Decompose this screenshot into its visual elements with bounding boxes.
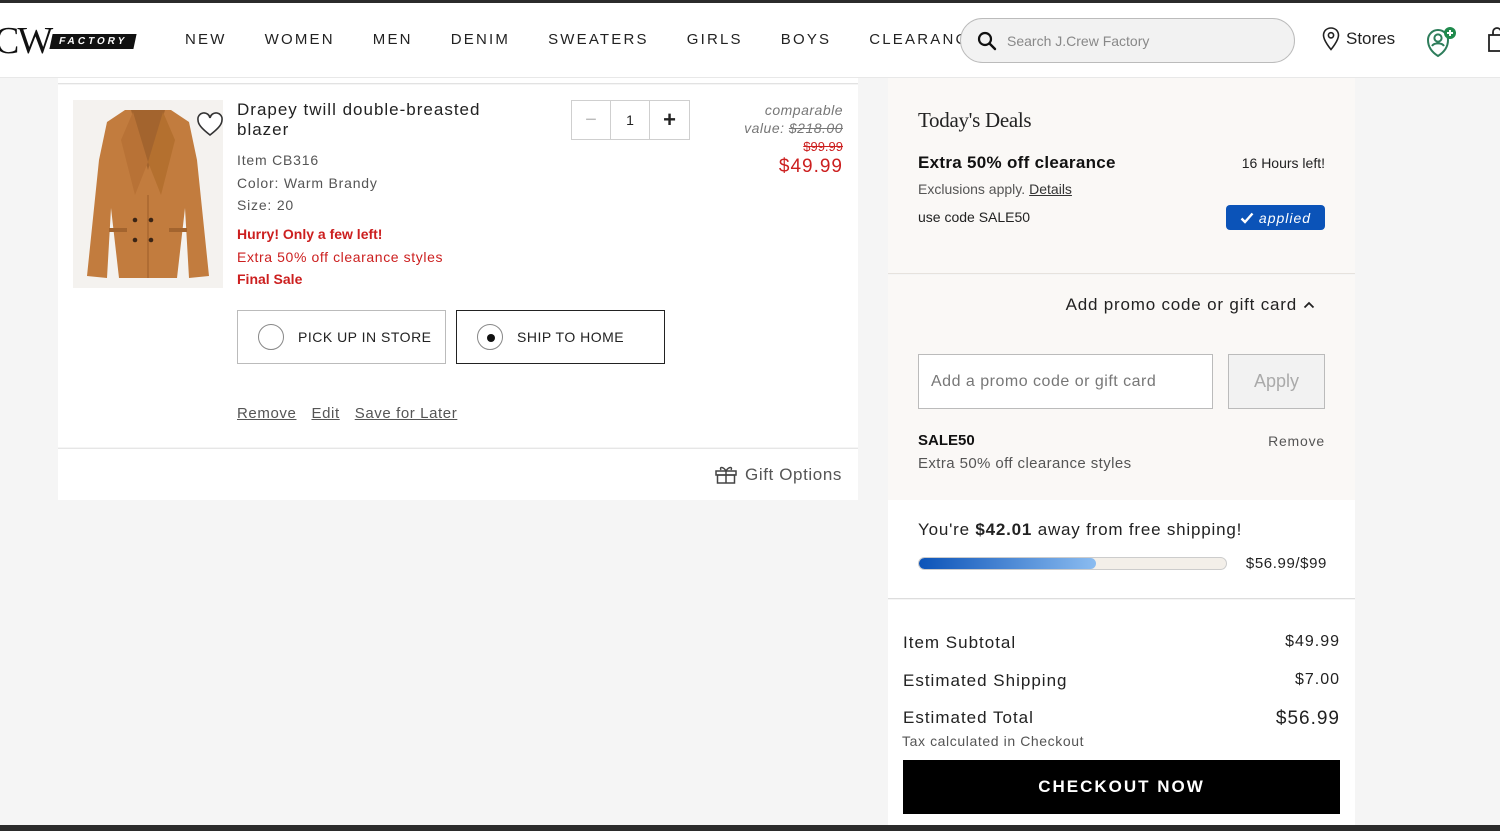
- quantity-stepper: − 1 +: [571, 100, 690, 140]
- deal-exclusions: Exclusions apply. Details: [918, 181, 1072, 197]
- ship-msg-pre: You're: [918, 520, 970, 539]
- subtotal-value: $49.99: [1285, 633, 1340, 650]
- ship-msg-post: away from free shipping!: [1037, 520, 1243, 539]
- exclusions-text: Exclusions apply.: [918, 181, 1026, 197]
- applied-badge: applied: [1226, 205, 1325, 230]
- quantity-value: 1: [611, 101, 651, 139]
- gift-options-strip: Gift Options: [58, 448, 858, 500]
- promo-code-input[interactable]: [918, 354, 1213, 409]
- location-pin-icon: [1322, 27, 1340, 51]
- comparable-value-label: value:: [744, 120, 785, 136]
- applied-label: applied: [1258, 209, 1312, 226]
- comparable-label: comparable: [764, 102, 843, 118]
- nav-new[interactable]: NEW: [185, 31, 227, 48]
- checkout-button[interactable]: CHECKOUT NOW: [903, 760, 1340, 814]
- search-icon[interactable]: [977, 31, 997, 51]
- gift-icon: [715, 466, 737, 484]
- cart-top-strip: [58, 78, 858, 84]
- deals-title: Today's Deals: [918, 108, 1032, 132]
- comparable-value: $218.00: [788, 120, 843, 136]
- wishlist-heart-icon[interactable]: [196, 112, 224, 138]
- pickup-radio[interactable]: [258, 324, 284, 350]
- checkmark-icon: [1240, 212, 1254, 224]
- product-title[interactable]: Drapey twill double-breasted blazer: [237, 100, 537, 140]
- applied-code-name: SALE50: [918, 432, 975, 449]
- tax-note: Tax calculated in Checkout: [902, 733, 1085, 749]
- main-nav: NEW WOMEN MEN DENIM SWEATERS GIRLS BOYS …: [185, 31, 1019, 48]
- shipping-value: $7.00: [1294, 671, 1340, 688]
- free-shipping-message: You're $42.01 away from free shipping!: [918, 520, 1242, 540]
- promo-code-panel: Add promo code or gift card Apply SALE50…: [888, 275, 1355, 500]
- bottom-border: [0, 825, 1500, 831]
- order-summary: Item Subtotal $49.99 Estimated Shipping …: [888, 600, 1355, 825]
- product-size: Size: 20: [237, 197, 294, 213]
- progress-fill: [919, 558, 1096, 569]
- remove-code-link[interactable]: Remove: [1268, 433, 1325, 449]
- deal-time-left: 16 Hours left!: [1241, 155, 1325, 171]
- promo-toggle[interactable]: Add promo code or gift card: [1066, 295, 1315, 315]
- todays-deals-panel: Today's Deals Extra 50% off clearance 16…: [888, 78, 1355, 274]
- shipping-row: Estimated Shipping $7.00: [903, 671, 1340, 691]
- search-input[interactable]: [1007, 28, 1277, 54]
- final-sale-label: Final Sale: [237, 271, 303, 287]
- original-price: $99.99: [803, 139, 843, 154]
- ship-msg-amount: $42.01: [975, 520, 1033, 539]
- shopping-bag-icon[interactable]: [1487, 27, 1500, 53]
- comparable-value-line: value: $218.00: [744, 119, 843, 137]
- gift-options-button[interactable]: Gift Options: [715, 465, 842, 485]
- increase-quantity-button[interactable]: +: [650, 101, 689, 139]
- progress-fraction: $56.99/$99: [1245, 555, 1327, 572]
- details-link[interactable]: Details: [1029, 181, 1072, 197]
- stores-link[interactable]: Stores: [1322, 27, 1395, 51]
- logo-factory: FACTORY: [49, 33, 138, 49]
- search-box[interactable]: [960, 18, 1295, 63]
- free-shipping-progress: You're $42.01 away from free shipping! $…: [888, 500, 1355, 599]
- product-image[interactable]: [73, 100, 223, 288]
- nav-men[interactable]: MEN: [373, 31, 413, 48]
- stores-label: Stores: [1346, 29, 1396, 48]
- ship-home-radio[interactable]: [477, 324, 503, 350]
- nav-women[interactable]: WOMEN: [265, 31, 335, 48]
- site-logo[interactable]: CW FACTORY: [0, 20, 138, 62]
- shipping-label: Estimated Shipping: [903, 671, 1068, 690]
- save-for-later-link[interactable]: Save for Later: [355, 405, 458, 422]
- low-stock-warning: Hurry! Only a few left!: [237, 226, 383, 242]
- applied-code-description: Extra 50% off clearance styles: [918, 455, 1132, 472]
- logo-mark: CW: [0, 20, 53, 62]
- product-color: Color: Warm Brandy: [237, 175, 378, 191]
- nav-sweaters[interactable]: SWEATERS: [548, 31, 649, 48]
- apply-button[interactable]: Apply: [1228, 354, 1325, 409]
- account-icon[interactable]: [1425, 25, 1459, 59]
- edit-link[interactable]: Edit: [311, 405, 339, 422]
- nav-girls[interactable]: GIRLS: [687, 31, 743, 48]
- decrease-quantity-button[interactable]: −: [572, 101, 612, 139]
- sale-price: $49.99: [778, 156, 843, 177]
- ship-to-home-option[interactable]: SHIP TO HOME: [456, 310, 665, 364]
- subtotal-label: Item Subtotal: [903, 633, 1017, 652]
- gift-options-label: Gift Options: [745, 465, 842, 484]
- deal-name: Extra 50% off clearance: [918, 153, 1116, 172]
- deal-code-line: use code SALE50: [918, 209, 1031, 225]
- pick-up-in-store-option[interactable]: PICK UP IN STORE: [237, 310, 446, 364]
- nav-boys[interactable]: BOYS: [781, 31, 831, 48]
- item-actions: Remove Edit Save for Later: [237, 405, 457, 422]
- promo-toggle-label: Add promo code or gift card: [1065, 295, 1297, 314]
- progress-track: [918, 557, 1227, 570]
- subtotal-row: Item Subtotal $49.99: [903, 633, 1340, 653]
- site-header: CW FACTORY NEW WOMEN MEN DENIM SWEATERS …: [0, 3, 1500, 78]
- price-block: comparable value: $218.00 $99.99 $49.99: [744, 101, 843, 178]
- promo-note: Extra 50% off clearance styles: [237, 249, 444, 265]
- nav-denim[interactable]: DENIM: [451, 31, 510, 48]
- chevron-up-icon: [1303, 301, 1315, 309]
- total-value: $56.99: [1275, 708, 1340, 729]
- total-row: Estimated Total $56.99: [903, 708, 1340, 730]
- total-label: Estimated Total: [903, 708, 1034, 727]
- cart-item-card: Drapey twill double-breasted blazer Item…: [58, 85, 858, 447]
- pickup-label: PICK UP IN STORE: [298, 329, 432, 345]
- product-item-number: Item CB316: [237, 152, 319, 168]
- ship-home-label: SHIP TO HOME: [517, 329, 625, 345]
- remove-link[interactable]: Remove: [237, 405, 296, 422]
